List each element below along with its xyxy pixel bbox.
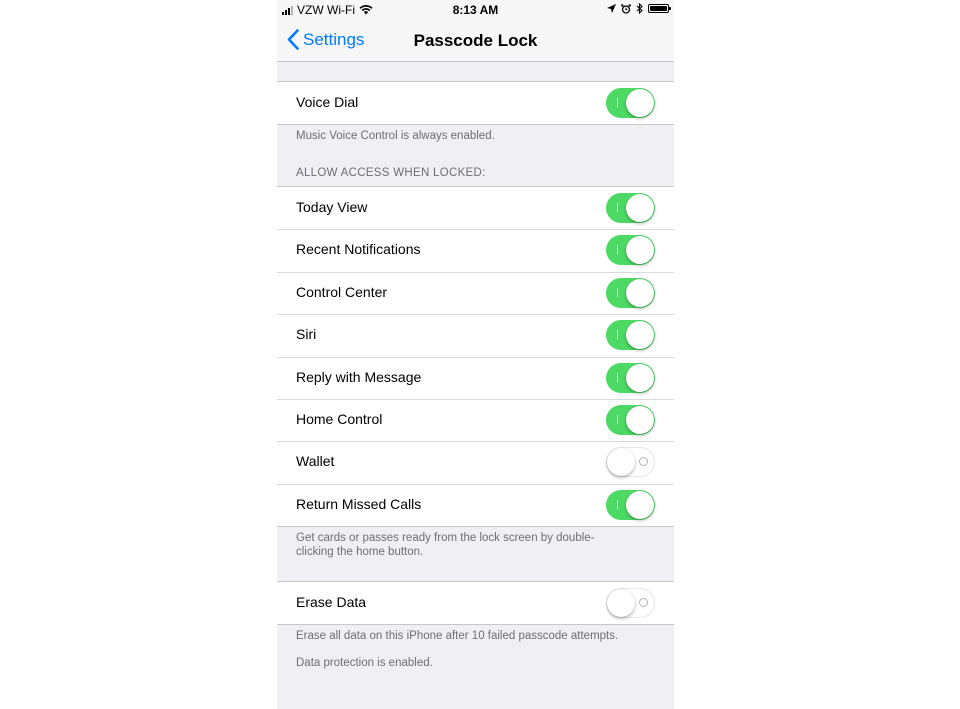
settings-row-home-control: Home Control <box>277 398 674 441</box>
battery-icon <box>648 4 671 13</box>
voice-dial-group: Voice Dial <box>277 81 674 125</box>
alarm-clock-icon <box>621 3 631 14</box>
voice-dial-toggle[interactable] <box>606 88 655 118</box>
status-right <box>607 3 671 14</box>
locked-access-group: Today View Recent Notifications Control … <box>277 186 674 528</box>
wallet-toggle[interactable] <box>606 447 655 478</box>
row-label: Control Center <box>296 283 388 300</box>
row-label: Return Missed Calls <box>296 495 422 512</box>
bluetooth-icon <box>636 3 643 14</box>
settings-row-erase-data: Erase Data <box>277 582 674 624</box>
locked-access-footer: Get cards or passes ready from the lock … <box>296 531 626 559</box>
settings-row-today-view: Today View <box>277 187 674 229</box>
settings-row-voice-dial: Voice Dial <box>277 82 674 124</box>
row-label: Erase Data <box>296 594 367 610</box>
control-center-toggle[interactable] <box>606 277 655 308</box>
settings-row-reply-with-message: Reply with Message <box>277 356 674 399</box>
location-arrow-icon <box>607 4 616 13</box>
erase-data-group: Erase Data <box>277 581 674 625</box>
siri-toggle[interactable] <box>606 320 655 351</box>
row-label: Today View <box>296 199 368 215</box>
section-header: ALLOW ACCESS WHEN LOCKED: <box>296 167 486 179</box>
row-label: Wallet <box>296 453 335 470</box>
reply-with-message-toggle[interactable] <box>606 362 655 393</box>
settings-row-wallet: Wallet <box>277 441 674 483</box>
navigation-bar: Settings Passcode Lock <box>277 20 674 62</box>
data-protection-note: Data protection is enabled. <box>296 657 433 669</box>
settings-row-recent-notifications: Recent Notifications <box>277 229 674 271</box>
recent-notifications-toggle[interactable] <box>606 235 655 266</box>
phone-screen: VZW Wi-Fi 8:13 AM Settings Passcode Lock… <box>277 0 674 709</box>
erase-data-footer: Erase all data on this iPhone after 10 f… <box>296 630 619 642</box>
footer-line: clicking the home button. <box>296 546 424 558</box>
row-label: Voice Dial <box>296 94 359 110</box>
home-control-toggle[interactable] <box>606 404 655 435</box>
return-missed-calls-toggle[interactable] <box>606 489 655 520</box>
settings-row-siri: Siri <box>277 314 674 356</box>
settings-row-control-center: Control Center <box>277 271 674 314</box>
row-label: Siri <box>296 326 317 343</box>
today-view-toggle[interactable] <box>606 193 655 223</box>
voice-dial-footer: Music Voice Control is always enabled. <box>296 130 495 142</box>
row-label: Home Control <box>296 410 383 427</box>
row-label: Recent Notifications <box>296 241 421 258</box>
page-title: Passcode Lock <box>413 31 538 50</box>
status-bar: VZW Wi-Fi 8:13 AM <box>277 0 674 20</box>
erase-data-toggle[interactable] <box>606 588 655 618</box>
settings-row-return-missed-calls: Return Missed Calls <box>277 483 674 526</box>
footer-line: Get cards or passes ready from the lock … <box>296 532 595 544</box>
row-label: Reply with Message <box>296 368 422 385</box>
